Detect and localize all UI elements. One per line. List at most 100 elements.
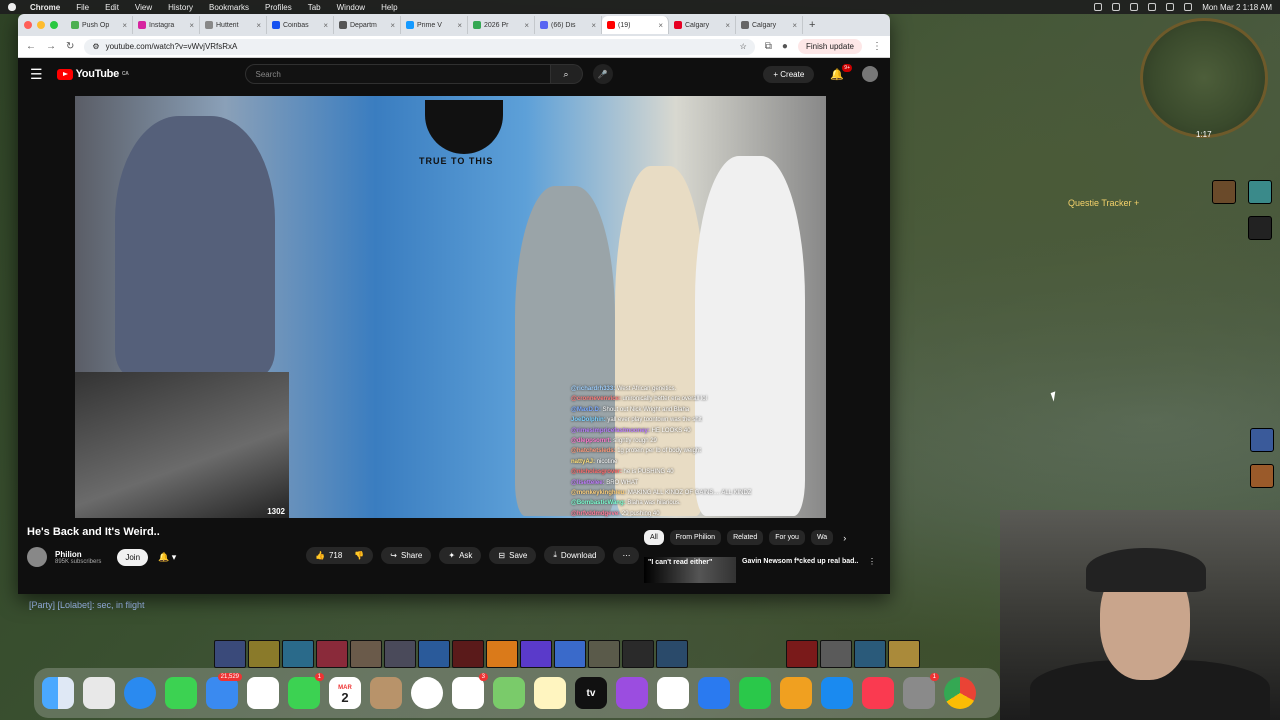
action-button[interactable] [282,640,314,668]
numbers-icon[interactable] [739,677,771,709]
close-tab-icon[interactable]: × [524,21,529,30]
safari-icon[interactable] [124,677,156,709]
chip-all[interactable]: All [644,530,664,545]
questie-tracker[interactable]: Questie Tracker + [1068,198,1139,208]
spell-icon[interactable] [1250,428,1274,452]
close-tab-icon[interactable]: × [122,21,127,30]
chip-for-you[interactable]: For you [769,530,805,545]
action-button[interactable] [888,640,920,668]
close-window-button[interactable] [24,21,32,29]
video-thumbnail[interactable]: "I can't read either" [644,557,736,583]
podcasts-icon[interactable] [616,677,648,709]
action-button[interactable] [554,640,586,668]
browser-tab[interactable]: Coinbas × [267,16,334,34]
action-button[interactable] [486,640,518,668]
browser-tab[interactable]: Instagra × [133,16,200,34]
chrome-menu-icon[interactable]: ⋮ [872,41,882,52]
action-button[interactable] [520,640,552,668]
forward-arrow-icon[interactable]: → [46,41,56,52]
browser-tab-active[interactable]: (19) × [602,16,669,34]
menu-edit[interactable]: Edit [105,3,119,12]
wifi-icon[interactable] [1148,3,1157,11]
browser-tab[interactable]: Departm × [334,16,401,34]
browser-tab[interactable]: Calgary × [736,16,803,34]
browser-tab[interactable]: 2026 Pr × [468,16,535,34]
chrome-icon[interactable] [944,677,976,709]
action-button[interactable] [316,640,348,668]
keynote-icon[interactable] [698,677,730,709]
more-options-icon[interactable]: ⋮ [868,557,876,583]
youtube-logo[interactable]: YouTube CA [56,68,129,80]
browser-tab[interactable]: Calgary × [669,16,736,34]
menu-app-name[interactable]: Chrome [30,3,60,12]
extensions-icon[interactable]: ⧉ [765,41,772,52]
chip-related[interactable]: Related [727,530,764,545]
site-info-icon[interactable]: ⚙ [92,42,99,51]
apple-logo-icon[interactable] [8,3,16,11]
avatar[interactable] [862,66,878,82]
photos-icon[interactable] [247,677,279,709]
news-icon[interactable] [657,677,689,709]
control-center-icon[interactable] [1184,3,1193,11]
calendar-icon[interactable]: MAR 2 [329,677,361,709]
action-button[interactable] [384,640,416,668]
minimize-window-button[interactable] [37,21,45,29]
close-tab-icon[interactable]: × [256,21,261,30]
reload-icon[interactable]: ↻ [66,41,74,52]
join-button[interactable]: Join [117,548,149,566]
search-input[interactable]: Search [244,64,551,84]
browser-tab[interactable]: (66) Dis × [535,16,602,34]
action-button[interactable] [350,640,382,668]
like-button[interactable]: 👍 718 👎 [306,546,374,564]
menu-history[interactable]: History [168,3,193,12]
browser-tab[interactable]: Hutterit × [200,16,267,34]
reminders-icon[interactable]: 3 [452,673,488,709]
close-tab-icon[interactable]: × [457,21,462,30]
chevron-right-icon[interactable]: › [843,533,846,543]
action-button[interactable] [214,640,246,668]
system-settings-icon[interactable]: 1 [903,673,939,709]
finish-update-button[interactable]: Finish update [797,39,862,54]
recommended-video-title[interactable]: Gavin Newsom f*cked up real bad.. [742,557,862,583]
action-button[interactable] [820,640,852,668]
action-button[interactable] [854,640,886,668]
close-tab-icon[interactable]: × [390,21,395,30]
action-button[interactable] [452,640,484,668]
hamburger-menu-icon[interactable]: ☰ [30,66,43,83]
channel-avatar[interactable] [27,547,47,567]
action-button[interactable] [588,640,620,668]
pages-icon[interactable] [780,677,812,709]
mail-icon[interactable]: 21,529 [206,673,242,709]
close-tab-icon[interactable]: × [323,21,328,30]
instagram-icon[interactable] [411,677,443,709]
ask-button[interactable]: ✦ Ask [439,546,482,564]
menu-view[interactable]: View [135,3,152,12]
close-tab-icon[interactable]: × [725,21,730,30]
notes-icon[interactable] [534,677,566,709]
close-tab-icon[interactable]: × [591,21,596,30]
action-button[interactable] [656,640,688,668]
finder-icon[interactable] [42,677,74,709]
chip-watched[interactable]: Wa [810,530,834,545]
close-tab-icon[interactable]: × [792,21,797,30]
menu-window[interactable]: Window [337,3,365,12]
chip-from-philion[interactable]: From Philion [669,530,722,545]
address-bar[interactable]: ⚙ youtube.com/watch?v=vWvjVRfsRxA ☆ [84,38,755,55]
action-button[interactable] [418,640,450,668]
battery-icon[interactable] [1130,3,1139,11]
profile-icon[interactable]: ● [782,41,788,52]
video-player[interactable]: TRUE TO THIS 1302 @richardrh333: West Af… [75,96,826,518]
action-button[interactable] [622,640,654,668]
download-button[interactable]: ⤓ Download [544,546,606,564]
create-button[interactable]: + Create [763,65,815,83]
app-store-icon[interactable] [821,677,853,709]
back-arrow-icon[interactable]: ← [26,41,36,52]
microphone-icon[interactable]: 🎤 [592,64,613,84]
menu-help[interactable]: Help [381,3,397,12]
subscribe-bell-icon[interactable]: 🔔 ▾ [158,552,176,563]
contacts-icon[interactable] [370,677,402,709]
browser-tab[interactable]: Prime V × [401,16,468,34]
facetime-icon[interactable]: 1 [288,673,324,709]
status-icon[interactable] [1112,3,1121,11]
bookmark-star-icon[interactable]: ☆ [740,42,747,51]
